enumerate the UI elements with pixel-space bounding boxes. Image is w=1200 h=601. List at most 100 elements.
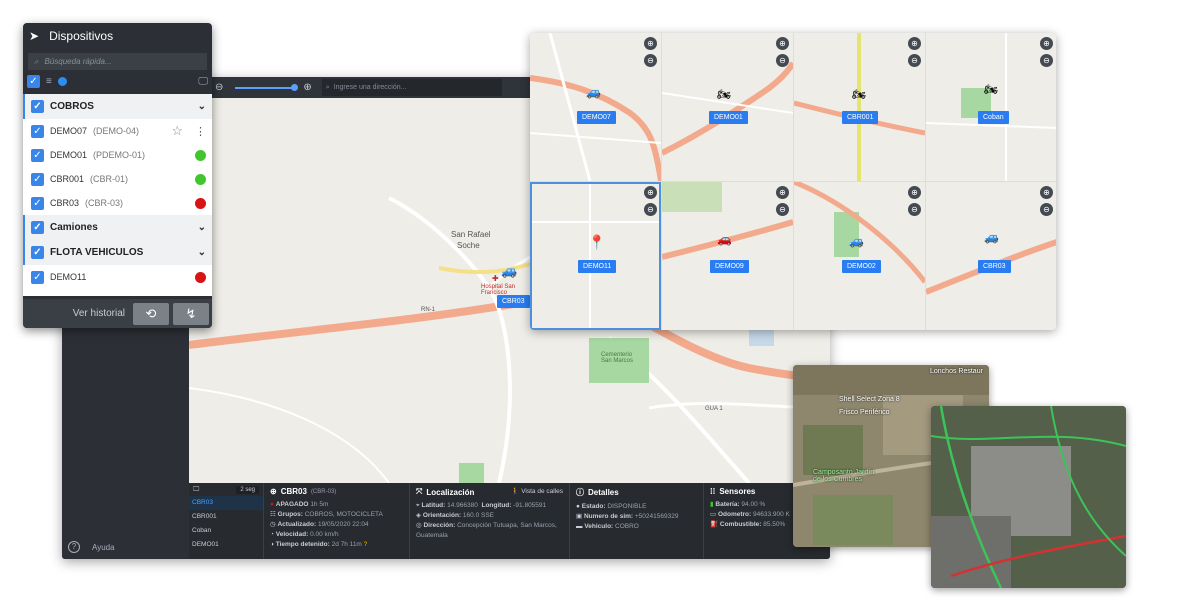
device-alias: (CBR-03) [310, 488, 337, 495]
map-tile[interactable]: ⊕ ⊖ 🚙 DEMO02 [794, 182, 925, 330]
longitude-value: -91.805591 [513, 502, 547, 509]
odometer-icon: ▭ [710, 511, 718, 518]
motorcycle-icon[interactable]: 🏍 [852, 88, 866, 101]
zoom-out-icon[interactable]: ⊖ [1040, 203, 1053, 216]
device-checkbox[interactable]: ✓ [31, 196, 44, 210]
street-view-button[interactable]: 🚶 Vista de calles [511, 487, 563, 495]
bottom-panel: 🖵 2 seg CBR03 CBR001 Coban DEMO01 ⊕ CBR0… [189, 483, 830, 559]
devices-panel-header: ➤ Dispositivos [23, 23, 212, 49]
group-checkbox[interactable]: ✓ [31, 100, 44, 113]
kv-key: Latitud: [421, 502, 446, 509]
address-search[interactable]: ⌕ Ingrese una dirección... [321, 79, 502, 96]
status-dot-online [195, 149, 206, 161]
tile-roads [794, 33, 925, 181]
zoom-in-icon[interactable]: ⊕ [644, 37, 657, 50]
vehicle-label[interactable]: CBR03 [497, 295, 530, 308]
motorcycle-icon[interactable]: 🏍 [984, 83, 998, 96]
chevron-down-icon[interactable]: ⌄ [198, 247, 206, 258]
list-item[interactable]: CBR001 [189, 510, 263, 524]
chevron-down-icon[interactable]: ⌄ [198, 222, 206, 233]
help-link[interactable]: ? Ayuda [68, 541, 115, 553]
group-flota-vehiculos[interactable]: ✓ FLOTA VEHICULOS ⌄ [23, 240, 212, 265]
zoom-in-icon[interactable]: ⊕ [644, 186, 657, 199]
tile-label[interactable]: DEMO07 [577, 111, 616, 124]
zoom-slider[interactable] [235, 83, 299, 91]
zoom-in-icon[interactable]: ⊕ [776, 37, 789, 50]
tile-label[interactable]: Coban [978, 111, 1009, 124]
zoom-in-icon[interactable]: ⊕ [1040, 37, 1053, 50]
route-button[interactable]: ↯ [173, 302, 209, 325]
status-filter-icon[interactable] [57, 76, 67, 86]
zoom-out-icon[interactable]: ⊖ [908, 203, 921, 216]
device-checkbox[interactable]: ✓ [31, 148, 44, 162]
tile-label[interactable]: CBR03 [978, 260, 1011, 273]
car-icon[interactable]: 🚗 [717, 232, 732, 246]
car-icon[interactable]: 🚙 [849, 234, 864, 248]
zoom-out-icon[interactable]: ⊖ [776, 203, 789, 216]
more-vertical-icon[interactable]: ⋮ [195, 125, 206, 138]
zoom-out-icon[interactable]: ⊖ [1040, 54, 1053, 67]
zoom-in-icon[interactable]: ⊕ [303, 82, 311, 93]
map-tile[interactable]: ⊕ ⊖ 🚙 CBR03 [926, 182, 1056, 330]
group-checkbox[interactable]: ✓ [31, 221, 44, 234]
map-tile[interactable]: ⊕ ⊖ 📍 DEMO11 [530, 182, 661, 330]
map-tile[interactable]: ⊕ ⊖ 🏍 Coban [926, 33, 1056, 181]
zoom-in-icon[interactable]: ⊕ [1040, 186, 1053, 199]
device-checkbox[interactable]: ✓ [31, 124, 44, 138]
tile-label[interactable]: DEMO02 [842, 260, 881, 273]
select-all-checkbox[interactable]: ✓ [27, 74, 40, 88]
quick-search-input[interactable]: ⌕ Búsqueda rápida... [28, 53, 207, 70]
tile-label[interactable]: CBR001 [842, 111, 879, 124]
device-row-cbr03[interactable]: ✓ CBR03 (CBR-03) [23, 191, 212, 215]
device-alias: (CBR-03) [85, 198, 124, 208]
location-pin-icon[interactable]: 📍 [588, 234, 605, 251]
zoom-in-icon[interactable]: ⊕ [908, 37, 921, 50]
list-item[interactable]: CBR03 [189, 496, 263, 510]
device-name: CBR03 [50, 198, 80, 208]
history-button[interactable]: ⟲ [133, 302, 169, 325]
group-cobros[interactable]: ✓ COBROS ⌄ [23, 94, 212, 119]
tile-label[interactable]: DEMO01 [709, 111, 748, 124]
car-icon[interactable]: 🚙 [501, 263, 517, 279]
list-view-icon[interactable]: ≡ [46, 76, 52, 87]
list-item[interactable]: DEMO01 [189, 538, 263, 552]
street-view-label: Vista de calles [521, 488, 563, 495]
map-tile[interactable]: ⊕ ⊖ 🚗 DEMO09 [662, 182, 793, 330]
car-icon[interactable]: 🚙 [984, 230, 999, 244]
tile-label[interactable]: DEMO11 [578, 260, 617, 273]
zoom-out-icon[interactable]: ⊖ [908, 54, 921, 67]
tile-roads [926, 239, 1056, 295]
device-row-demo01[interactable]: ✓ DEMO01 (PDEMO-01) [23, 143, 212, 167]
zoom-out-icon[interactable]: ⊖ [215, 82, 223, 93]
device-row-demo11[interactable]: ✓ DEMO11 [23, 265, 212, 289]
monitor-icon[interactable]: 🖵 [198, 76, 208, 87]
map-tile[interactable]: ⊕ ⊖ 🚙 DEMO07 [530, 33, 661, 181]
device-checkbox[interactable]: ✓ [31, 172, 44, 186]
zoom-in-icon[interactable]: ⊕ [776, 186, 789, 199]
device-checkbox[interactable]: ✓ [31, 270, 44, 284]
interval-select[interactable]: 2 seg [236, 485, 259, 494]
car-icon[interactable]: 🚙 [586, 85, 601, 99]
tile-label[interactable]: DEMO09 [710, 260, 749, 273]
zoom-out-icon[interactable]: ⊖ [644, 54, 657, 67]
navigation-arrow-icon: ➤ [29, 29, 40, 43]
status-dot-offline [195, 197, 206, 209]
chevron-down-icon[interactable]: ⌄ [198, 101, 206, 112]
help-circle-icon[interactable]: ? [364, 541, 368, 548]
satellite-map-2[interactable] [931, 406, 1126, 588]
list-item[interactable]: Coban [189, 524, 263, 538]
zoom-out-icon[interactable]: ⊖ [644, 203, 657, 216]
group-camiones[interactable]: ✓ Camiones ⌄ [23, 215, 212, 240]
device-row-demo07[interactable]: ✓ DEMO07 (DEMO-04) ☆ ⋮ [23, 119, 212, 143]
device-row-cbr001[interactable]: ✓ CBR001 (CBR-01) [23, 167, 212, 191]
group-checkbox[interactable]: ✓ [31, 246, 44, 259]
devices-list: ✓ COBROS ⌄ ✓ DEMO07 (DEMO-04) ☆ ⋮ ✓ DEMO… [23, 94, 212, 296]
map-tile[interactable]: ⊕ ⊖ 🏍 CBR001 [794, 33, 925, 181]
tile-roads [530, 182, 661, 330]
device-name: DEMO07 [50, 126, 88, 136]
motorcycle-icon[interactable]: 🏍 [717, 88, 731, 101]
map-tile[interactable]: ⊕ ⊖ 🏍 DEMO01 [662, 33, 793, 181]
zoom-out-icon[interactable]: ⊖ [776, 54, 789, 67]
zoom-in-icon[interactable]: ⊕ [908, 186, 921, 199]
star-icon[interactable]: ☆ [171, 123, 183, 139]
